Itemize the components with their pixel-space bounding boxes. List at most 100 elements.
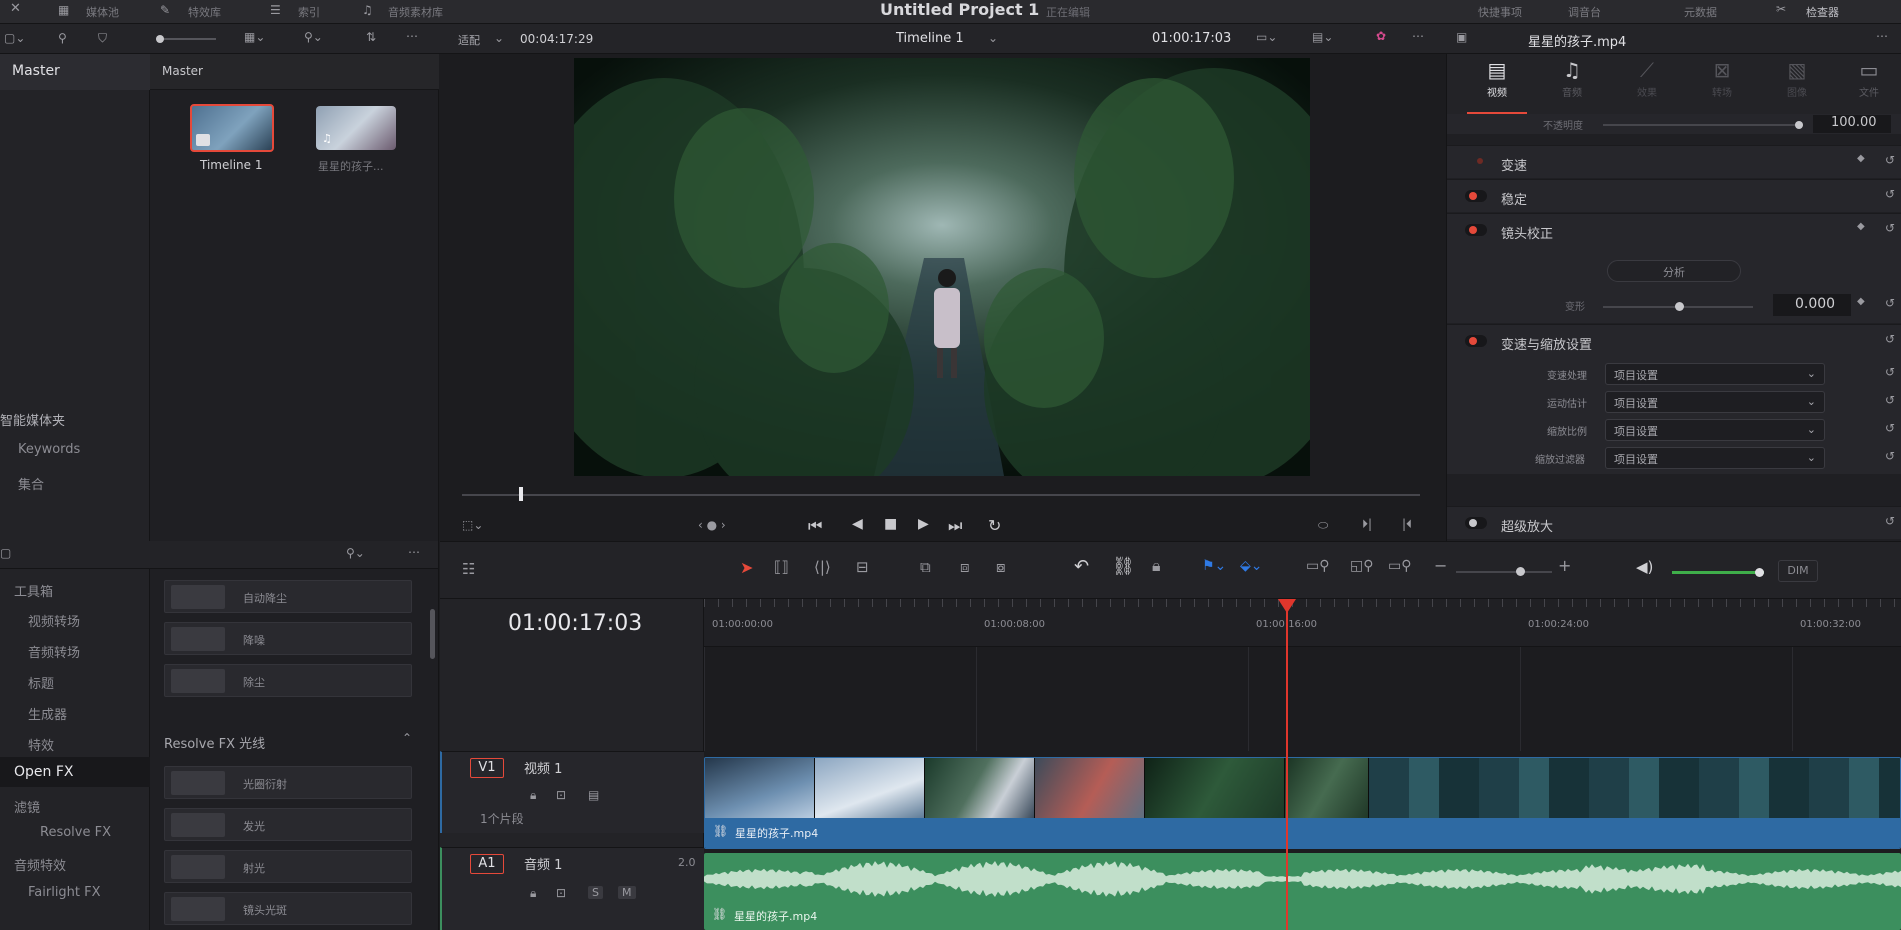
selection-tool-icon[interactable]: ➤	[740, 558, 753, 577]
menu-index[interactable]: 索引	[298, 4, 320, 20]
index-icon[interactable]: ☰	[270, 3, 281, 17]
reset-icon[interactable]: ↺	[1885, 449, 1895, 463]
volume-slider[interactable]	[1672, 568, 1764, 577]
position-lock-icon[interactable]: 🔒︎	[1152, 556, 1161, 576]
track-enable-icon[interactable]: ▤	[588, 788, 599, 802]
smart-bin-collection[interactable]: 集合	[18, 474, 44, 493]
section-super-scale[interactable]: 超级放大 ↺	[1447, 506, 1901, 539]
zoom-full-icon[interactable]: ▭⚲	[1306, 558, 1329, 574]
enable-toggle[interactable]	[1465, 517, 1487, 529]
reset-icon[interactable]: ↺	[1885, 421, 1895, 435]
clip-thumb-video[interactable]: ♫	[316, 106, 396, 150]
distortion-value[interactable]: 0.000	[1773, 294, 1851, 316]
section-retime[interactable]: 变速 ◆ ↺	[1447, 145, 1901, 178]
chevron-down-icon[interactable]: ⌄	[988, 31, 998, 45]
playhead-handle[interactable]	[1278, 599, 1296, 613]
color-wheel-icon[interactable]: ✿	[1376, 29, 1386, 43]
enable-toggle[interactable]	[1465, 190, 1487, 202]
reset-icon[interactable]: ↺	[1885, 332, 1895, 346]
track-name[interactable]: 视频 1	[524, 758, 562, 777]
timeline-view-icon[interactable]: ☷	[462, 560, 475, 578]
viewer-fit-select[interactable]: 适配	[458, 32, 480, 48]
insert-clip-icon[interactable]: ⧉	[920, 558, 931, 576]
volume-icon[interactable]: ◀)	[1636, 558, 1653, 576]
timeline-playhead[interactable]	[1278, 599, 1296, 930]
menu-quick-export[interactable]: 快捷事项	[1478, 4, 1522, 20]
retime-process-select[interactable]: 项目设置 ⌄	[1605, 363, 1825, 385]
scrubber-playhead[interactable]	[519, 487, 524, 501]
reset-icon[interactable]: ↺	[1885, 221, 1895, 235]
close-icon[interactable]: ✕	[10, 1, 21, 16]
timeline-body[interactable]: 01:00:00:00 01:00:08:00 01:00:16:00 01:0…	[704, 599, 1901, 930]
distortion-slider[interactable]	[1603, 302, 1753, 311]
reset-icon[interactable]: ↺	[1885, 187, 1895, 201]
section-lens-correction[interactable]: 镜头校正 ◆ ↺ 分析 变形 0.000 ◆ ↺	[1447, 213, 1901, 323]
blade-tool-icon[interactable]: ⊟	[856, 558, 869, 576]
sound-library-icon[interactable]: ♫	[362, 3, 373, 17]
reset-icon[interactable]: ↺	[1885, 153, 1895, 167]
keyframe-icon[interactable]: ◆	[1857, 221, 1865, 232]
menu-inspector[interactable]: 检查器	[1806, 4, 1839, 20]
more-options-icon[interactable]: ⋯	[1876, 29, 1888, 43]
reset-icon[interactable]: ↺	[1885, 365, 1895, 379]
overwrite-clip-icon[interactable]: ⧈	[960, 558, 970, 576]
fx-item[interactable]: 射光	[164, 850, 412, 883]
more-options-icon[interactable]: ⋯	[406, 29, 418, 43]
clip-thumb-timeline[interactable]	[190, 104, 274, 152]
zoom-detail-icon[interactable]: ◱⚲	[1350, 558, 1373, 574]
reset-icon[interactable]: ↺	[1885, 514, 1895, 528]
layout-icon[interactable]: ▤⌄	[1312, 30, 1333, 44]
match-frame-icon[interactable]: ⬭	[1318, 518, 1328, 533]
fx-item[interactable]: 光圈衍射	[164, 766, 412, 799]
loop-icon[interactable]: ↻	[988, 516, 1001, 535]
reset-icon[interactable]: ↺	[1885, 393, 1895, 407]
tree-fairlight-fx[interactable]: Fairlight FX	[28, 885, 101, 900]
enable-toggle[interactable]	[1465, 335, 1487, 347]
tree-audio-transitions[interactable]: 音频转场	[28, 642, 80, 661]
motion-estimation-select[interactable]: 项目设置 ⌄	[1605, 391, 1825, 413]
tab-effects[interactable]: ⟋ 效果	[1617, 58, 1677, 114]
zoom-custom-icon[interactable]: ▭⚲	[1388, 558, 1411, 574]
effects-library-icon[interactable]: ✎	[160, 3, 170, 17]
play-icon[interactable]: ▶	[918, 516, 929, 532]
menu-mixer[interactable]: 调音台	[1568, 4, 1601, 20]
dim-button[interactable]: DIM	[1778, 560, 1818, 582]
link-icon[interactable]: ⚲	[58, 31, 67, 45]
trim-tool-icon[interactable]: ⟦⟧	[774, 558, 789, 576]
lock-icon[interactable]: 🔒︎	[530, 788, 536, 803]
more-options-icon[interactable]: ⋯	[408, 545, 420, 559]
tree-video-transitions[interactable]: 视频转场	[28, 611, 80, 630]
sort-icon[interactable]: ⇅	[366, 30, 376, 44]
tree-effects[interactable]: 特效	[28, 735, 54, 754]
tab-audio[interactable]: ♫ 音频	[1542, 58, 1602, 114]
reset-icon[interactable]: ↺	[1885, 296, 1895, 310]
auto-select-icon[interactable]: ⊡	[556, 788, 566, 802]
snapping-icon[interactable]: ↶	[1074, 556, 1089, 577]
grid-view-icon[interactable]: ▦⌄	[244, 30, 265, 44]
fx-item[interactable]: 除尘	[164, 664, 412, 697]
more-options-icon[interactable]: ⋯	[1412, 29, 1424, 43]
tree-resolve-fx[interactable]: Resolve FX	[40, 825, 111, 840]
track-id[interactable]: A1	[470, 854, 504, 874]
keyframe-icon[interactable]: ◆	[1857, 153, 1865, 164]
marker-icon[interactable]: ⬙⌄	[1240, 558, 1263, 574]
bin-master[interactable]: Master	[0, 54, 150, 90]
search-icon[interactable]: ⚲⌄	[346, 546, 365, 560]
fx-item[interactable]: 降噪	[164, 622, 412, 655]
view-options-icon[interactable]: ⬚⌄	[462, 518, 483, 532]
tab-transition[interactable]: ⊠ 转场	[1692, 58, 1752, 114]
chevron-up-icon[interactable]: ⌃	[402, 731, 412, 745]
zoom-slider[interactable]	[1456, 567, 1552, 576]
skip-start-icon[interactable]: ⏮	[808, 516, 822, 536]
section-retime-scaling[interactable]: 变速与缩放设置 ↺ 变速处理 运动估计 缩放比例 缩放过滤器 项目设置 ⌄ 项目设…	[1447, 324, 1901, 474]
lock-icon[interactable]: 🔒︎	[530, 886, 536, 901]
video-clip[interactable]: ⛓ 星星的孩子.mp4	[704, 757, 1901, 849]
keyframe-icon[interactable]: ◆	[1857, 296, 1865, 307]
dynamic-trim-icon[interactable]: ⟨|⟩	[814, 558, 831, 576]
menu-sound-library[interactable]: 音频素材库	[388, 4, 443, 20]
zoom-out-icon[interactable]: −	[1434, 556, 1447, 575]
tree-filters[interactable]: 滤镜	[14, 797, 40, 816]
tag-icon[interactable]: ⛉	[98, 31, 107, 46]
fx-item[interactable]: 自动降尘	[164, 580, 412, 613]
media-pool-icon[interactable]: ▦	[58, 3, 69, 17]
